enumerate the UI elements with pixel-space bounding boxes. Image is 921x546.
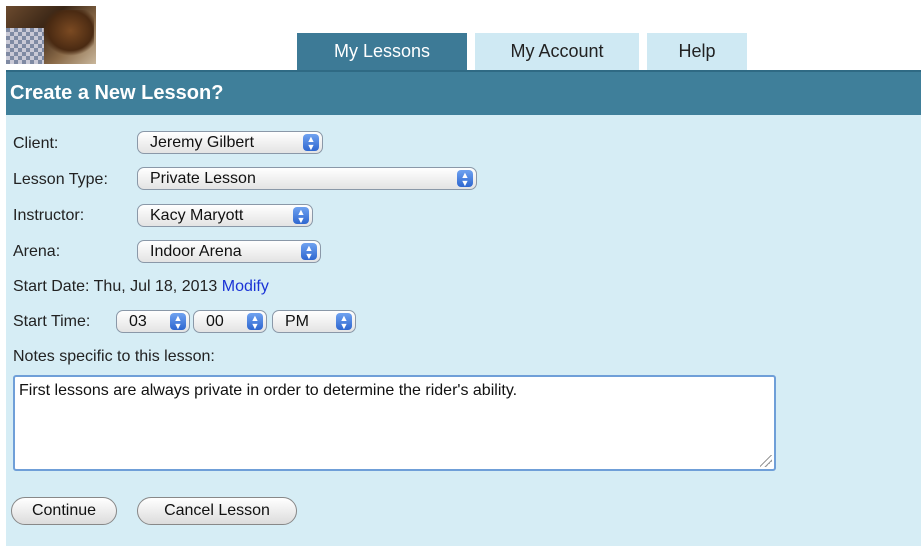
notes-label: Notes specific to this lesson: [13,348,215,365]
tab-my-lessons[interactable]: My Lessons [297,33,467,70]
start-date-label: Start Date: [13,278,90,295]
arena-select[interactable]: Indoor Arena ▲ ▼ [137,240,321,263]
start-date-value: Thu, Jul 18, 2013 [93,278,218,295]
start-time-label: Start Time: [13,313,91,330]
lesson-type-select-value: Private Lesson [150,169,256,187]
notes-textarea[interactable]: First lessons are always private in orde… [13,375,776,471]
instructor-label: Instructor: [13,207,85,224]
arena-label: Arena: [13,243,61,260]
select-arrows-icon: ▲ ▼ [336,313,352,330]
instructor-select-value: Kacy Maryott [150,206,244,224]
hour-select-value: 03 [129,312,147,330]
client-label: Client: [13,135,59,152]
select-arrows-icon: ▲ ▼ [170,313,186,330]
logo-checker-pattern [6,28,44,64]
cancel-lesson-button[interactable]: Cancel Lesson [137,497,297,525]
logo-horse-image [42,10,94,56]
lesson-type-label: Lesson Type: [13,171,108,188]
ampm-select[interactable]: PM ▲ ▼ [272,310,356,333]
ampm-select-value: PM [285,312,309,330]
minute-select-value: 00 [206,312,224,330]
tab-help[interactable]: Help [647,33,747,70]
instructor-select[interactable]: Kacy Maryott ▲ ▼ [137,204,313,227]
select-arrows-icon: ▲ ▼ [303,134,319,151]
site-logo [6,6,96,64]
select-arrows-icon: ▲ ▼ [301,243,317,260]
start-date-row: Start Date: Thu, Jul 18, 2013 Modify [13,278,269,296]
lesson-type-select[interactable]: Private Lesson ▲ ▼ [137,167,477,190]
tab-my-account[interactable]: My Account [475,33,639,70]
main-tabs: My Lessons My Account Help [297,33,747,70]
select-arrows-icon: ▲ ▼ [293,207,309,224]
minute-select[interactable]: 00 ▲ ▼ [193,310,267,333]
notes-text: First lessons are always private in orde… [19,382,518,399]
hour-select[interactable]: 03 ▲ ▼ [116,310,190,333]
select-arrows-icon: ▲ ▼ [457,170,473,187]
client-select[interactable]: Jeremy Gilbert ▲ ▼ [137,131,323,154]
page-title: Create a New Lesson? [6,70,921,115]
arena-select-value: Indoor Arena [150,242,242,260]
resize-grip-icon[interactable] [760,455,772,467]
modify-date-link[interactable]: Modify [222,278,269,295]
select-arrows-icon: ▲ ▼ [247,313,263,330]
client-select-value: Jeremy Gilbert [150,133,255,151]
lesson-panel: Create a New Lesson? Client: Jeremy Gilb… [6,70,921,546]
continue-button[interactable]: Continue [11,497,117,525]
